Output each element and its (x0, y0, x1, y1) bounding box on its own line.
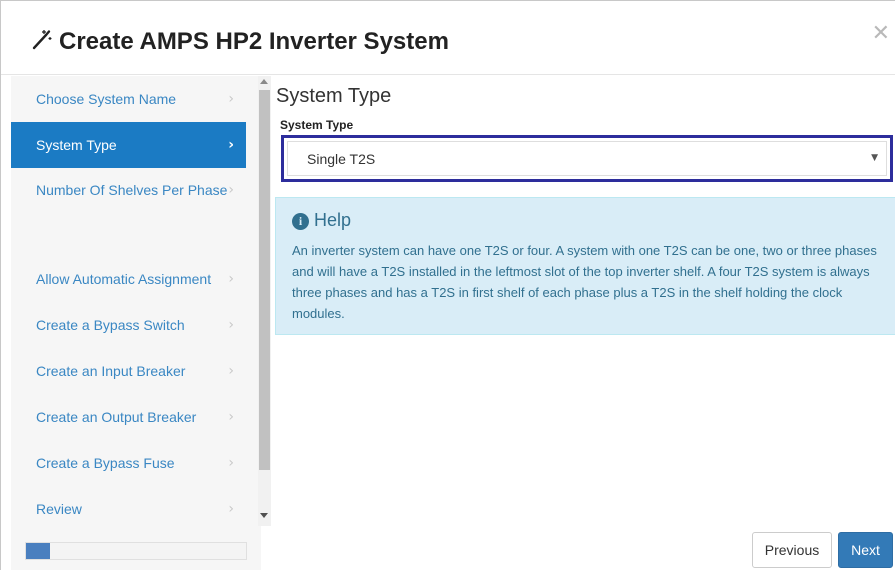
help-heading: i Help (292, 210, 351, 231)
system-type-label: System Type (280, 118, 354, 132)
wizard-dialog: Create AMPS HP2 Inverter System ✕ Choose… (0, 0, 895, 570)
step-label: Create an Input Breaker (36, 363, 186, 379)
magic-wand-icon (32, 30, 52, 50)
caret-down-icon: ▼ (871, 153, 878, 163)
select-value: Single T2S (307, 151, 376, 167)
wizard-steps-sidebar: Choose System Name › System Type › Numbe… (11, 76, 271, 570)
sidebar-scrollbar[interactable] (258, 76, 271, 526)
scroll-up-arrow-icon[interactable] (260, 79, 268, 84)
step-label: System Type (36, 137, 117, 153)
step-label: Choose System Name (36, 91, 177, 107)
step-label: Create a Bypass Switch (36, 317, 185, 333)
chevron-right-icon: › (228, 317, 234, 333)
step-label: Review (36, 501, 82, 517)
previous-button[interactable]: Previous (752, 532, 832, 568)
step-review[interactable]: Review › (11, 486, 246, 532)
chevron-right-icon: › (228, 91, 234, 107)
step-choose-system-name[interactable]: Choose System Name › (11, 76, 246, 122)
chevron-right-icon: › (228, 363, 234, 379)
help-text: An inverter system can have one T2S or f… (292, 243, 877, 321)
system-type-select[interactable]: Single T2S ▼ (287, 141, 887, 176)
scroll-down-arrow-icon[interactable] (260, 513, 268, 518)
step-label: Number Of Shelves Per Phase (36, 182, 228, 198)
step-create-bypass-switch[interactable]: Create a Bypass Switch › (11, 302, 246, 348)
dialog-title: Create AMPS HP2 Inverter System (59, 28, 449, 55)
chevron-right-icon: › (228, 271, 234, 287)
step-content: System Type System Type Single T2S ▼ i He… (275, 76, 895, 570)
step-number-of-shelves-per-phase[interactable]: Number Of Shelves Per Phase › (11, 168, 246, 256)
help-title: Help (314, 210, 352, 230)
wizard-steps-list: Choose System Name › System Type › Numbe… (11, 76, 246, 532)
step-label: Allow Automatic Assignment (36, 271, 212, 287)
chevron-right-icon: › (228, 455, 234, 471)
step-create-input-breaker[interactable]: Create an Input Breaker › (11, 348, 246, 394)
scroll-thumb[interactable] (259, 90, 270, 470)
step-label: Create an Output Breaker (36, 409, 197, 425)
chevron-right-icon: › (228, 137, 234, 153)
step-system-type[interactable]: System Type › (11, 122, 246, 168)
step-label: Create a Bypass Fuse (36, 455, 175, 471)
close-icon[interactable]: ✕ (872, 23, 890, 45)
system-type-select-highlight: Single T2S ▼ (281, 135, 893, 182)
chevron-right-icon: › (228, 501, 234, 517)
wizard-progress-bar (25, 542, 247, 560)
chevron-right-icon: › (228, 409, 234, 425)
dialog-header: Create AMPS HP2 Inverter System ✕ (1, 1, 895, 75)
step-allow-automatic-assignment[interactable]: Allow Automatic Assignment › (11, 256, 246, 302)
step-create-output-breaker[interactable]: Create an Output Breaker › (11, 394, 246, 440)
chevron-right-icon: › (228, 182, 234, 198)
section-title: System Type (276, 85, 392, 107)
help-panel: i Help An inverter system can have one T2… (275, 197, 895, 335)
progress-fill (26, 543, 51, 559)
info-circle-icon: i (292, 213, 309, 230)
step-create-bypass-fuse[interactable]: Create a Bypass Fuse › (11, 440, 246, 486)
next-button[interactable]: Next (838, 532, 893, 568)
